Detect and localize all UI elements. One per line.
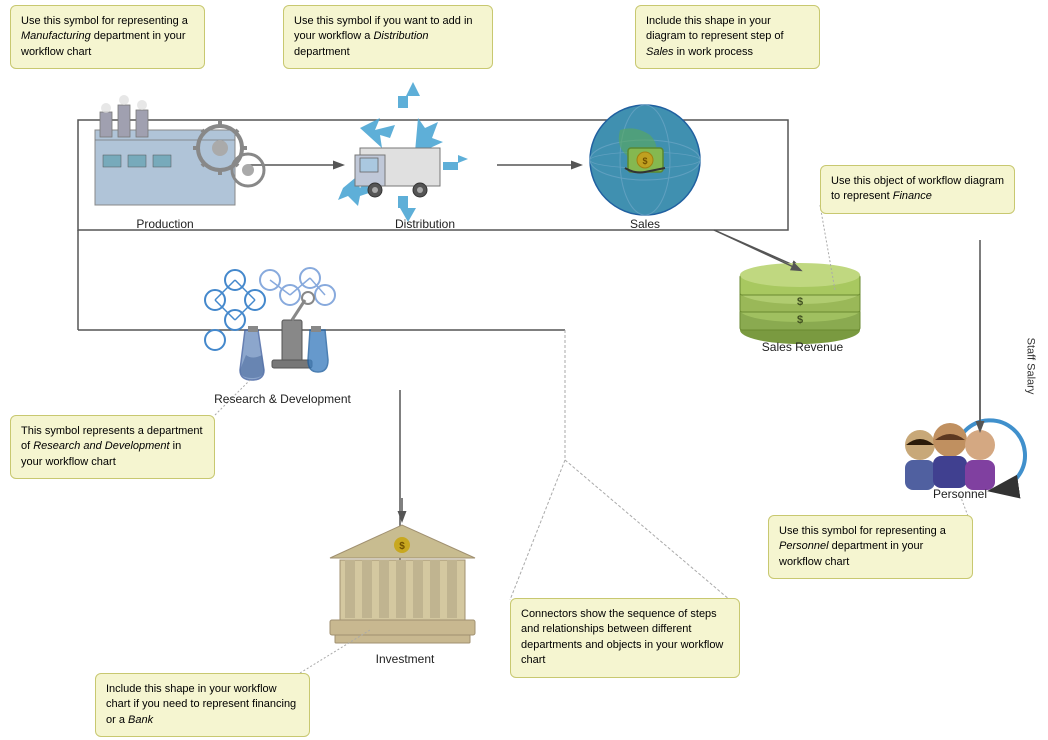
svg-text:$: $: [399, 541, 405, 552]
tooltip-rd: This symbol represents a department of R…: [10, 415, 215, 479]
svg-text:$: $: [797, 296, 803, 308]
personnel-label: Personnel: [920, 487, 1000, 501]
tooltip-finance: Use this object of workflow diagram to r…: [820, 165, 1015, 214]
tooltip-sales: Include this shape in your diagram to re…: [635, 5, 820, 69]
distribution-label: Distribution: [375, 217, 475, 231]
rd-label: Research & Development: [200, 392, 365, 406]
production-label: Production: [115, 217, 215, 231]
tooltip-distribution: Use this symbol if you want to add in yo…: [283, 5, 493, 69]
sales-label: Sales: [605, 217, 685, 231]
tooltip-personnel: Use this symbol for representing a Perso…: [768, 515, 973, 579]
sales-revenue-label: Sales Revenue: [745, 340, 860, 354]
tooltip-connectors: Connectors show the sequence of steps an…: [510, 598, 740, 678]
investment-label: Investment: [360, 652, 450, 666]
staff-salary-label: Staff Salary: [1024, 338, 1036, 395]
tooltip-manufacturing: Use this symbol for representing a Manuf…: [10, 5, 205, 69]
tooltip-bank: Include this shape in your workflow char…: [95, 673, 310, 737]
svg-text:$: $: [642, 156, 647, 166]
svg-text:$: $: [797, 314, 803, 326]
